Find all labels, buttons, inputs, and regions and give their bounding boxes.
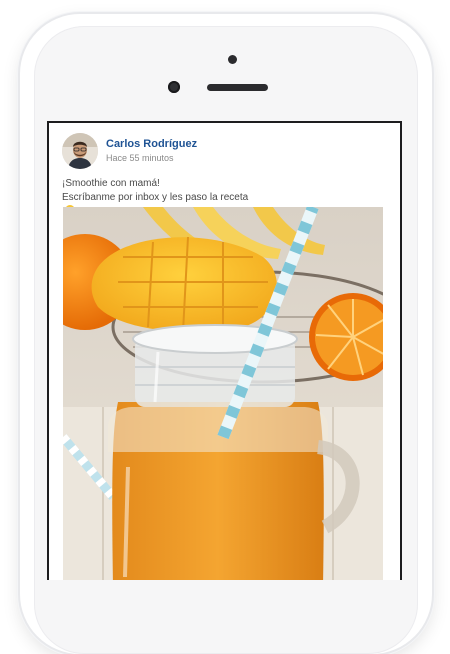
post-text-line-2-label: Escríbanme por inbox y les paso la recet… [62,192,249,203]
smoothie-photo [63,207,383,580]
post-timestamp[interactable]: Hace 55 minutos [106,153,174,163]
earpiece-speaker [207,84,268,91]
front-camera [228,55,237,64]
post-photo[interactable] [63,207,383,580]
post-text-line-1: ¡Smoothie con mamá! [62,178,160,189]
proximity-sensor [168,81,180,93]
phone-screen: Carlos Rodríguez Hace 55 minutos ¡Smooth… [47,121,402,580]
avatar-image [62,133,98,169]
author-name[interactable]: Carlos Rodríguez [106,138,197,150]
avatar[interactable] [62,133,98,169]
